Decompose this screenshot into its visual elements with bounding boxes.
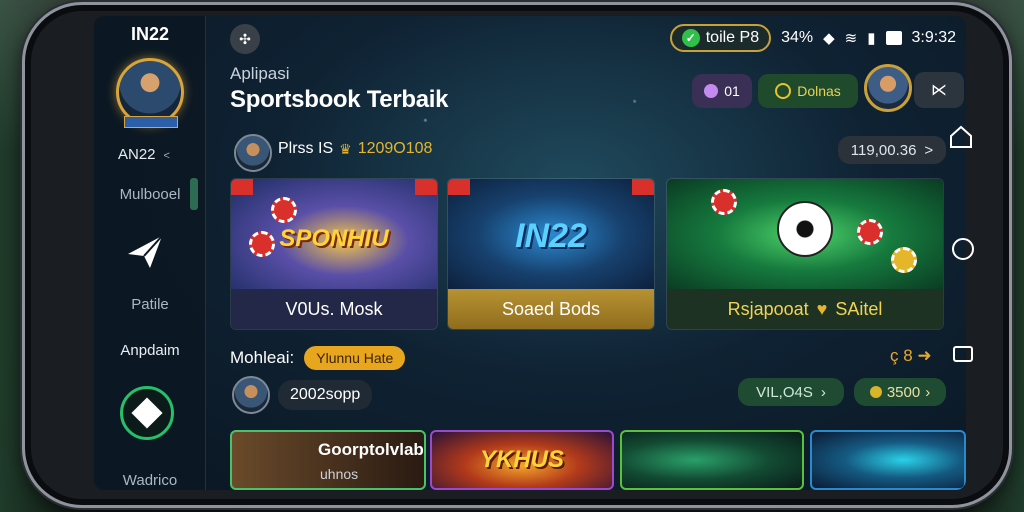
game-card-art: IN22	[448, 179, 654, 291]
circle-logo-icon[interactable]: ✣	[230, 24, 260, 54]
game-card-2[interactable]: IN22 Soaed Bods	[447, 178, 655, 330]
brand-name: IN22	[130, 24, 170, 44]
page-subtitle: Aplipasi	[230, 64, 290, 83]
ribbon-icon	[415, 179, 437, 195]
status-pill[interactable]: ✓ toile P8	[669, 24, 772, 52]
coin-counter[interactable]: Dolnas	[758, 74, 858, 108]
casino-chip-icon	[711, 189, 737, 215]
avatar-tag	[124, 116, 178, 128]
page-title: Sportsbook Terbaik	[230, 86, 449, 113]
hot-tag[interactable]: Ylunnu Hate	[304, 346, 406, 370]
home-nav-icon[interactable]	[948, 124, 974, 150]
crown-icon: ♛	[339, 140, 352, 157]
casino-chip-icon	[891, 247, 917, 273]
battery-percent: 34%	[781, 29, 814, 46]
send-arrow-icon[interactable]	[122, 228, 170, 276]
game-card-art-title: SPONHIU	[279, 225, 389, 252]
bottom-card-title: YKHUS	[479, 446, 564, 473]
coin-label: Dolnas	[797, 83, 841, 99]
gem-counter[interactable]: 01	[692, 74, 752, 108]
chevron-left-icon: <	[163, 150, 170, 162]
status-pill-text: toile P8	[705, 29, 760, 46]
soccer-ball-icon	[777, 201, 833, 257]
sidebar-item-4[interactable]: Wadrico	[94, 472, 206, 489]
bottom-game-card-3[interactable]	[620, 430, 804, 490]
profile-avatar[interactable]	[864, 64, 912, 112]
heart-icon: ♥	[816, 298, 828, 319]
battery-icon	[885, 31, 902, 45]
chevron-right-icon: ›	[820, 383, 826, 401]
game-card-label-text: Rsjapooat	[727, 298, 809, 319]
square-nav-icon[interactable]	[953, 346, 973, 362]
section-link[interactable]: ç 8 ➜	[890, 346, 932, 366]
section-label: Mohleai:	[230, 348, 295, 367]
gem-value: 01	[724, 83, 740, 99]
casino-chip-icon	[857, 219, 883, 245]
clock: 3:9:32	[911, 29, 956, 46]
section-header: Mohleai: Ylunnu Hate	[230, 346, 406, 370]
bottom-game-card-1[interactable]: Goorptolvlabil uhnos	[230, 430, 426, 490]
coin-pill-value: 3500	[886, 383, 921, 401]
chevron-right-icon: ›	[925, 383, 931, 401]
game-card-art: SPONHIU	[231, 179, 437, 291]
coin-icon	[869, 386, 882, 398]
balance-pill[interactable]: 119,00.36 >	[838, 136, 946, 164]
sidebar: IN22 AN22 < Mulbooel Patile Anpdaim Wadri…	[94, 16, 206, 490]
check-icon: ✓	[681, 29, 700, 47]
username-text: AN22	[118, 146, 156, 163]
casino-chip-icon	[271, 197, 297, 223]
vil-value: VIL,O4S	[756, 383, 813, 401]
code-row: 2002sopp	[232, 376, 373, 414]
diamond-icon	[131, 397, 163, 429]
ribbon-icon	[632, 179, 654, 195]
player-info: Plrss IS ♛ 1209O108	[278, 140, 432, 158]
arrow-right-icon: ➜	[917, 346, 932, 365]
wifi-icon: ◆	[823, 30, 835, 47]
player-name: Plrss IS	[278, 140, 334, 157]
game-card-label: V0Us. Mosk	[231, 289, 437, 329]
coin-pill[interactable]: 3500 ›	[854, 378, 946, 406]
bottom-card-subtitle: uhnos	[320, 466, 359, 482]
sidebar-action-icon[interactable]	[120, 386, 174, 440]
game-card-art	[667, 179, 943, 291]
share-button[interactable]: ⋉	[914, 72, 964, 108]
status-bar: ✓ toile P8 34% ◆ ≋ ▮ 3:9:32	[669, 22, 956, 54]
game-card-label-suffix: SAitel	[835, 298, 883, 319]
sidebar-item-2[interactable]: Patile	[94, 296, 206, 313]
game-card-label: Rsjapooat ♥ SAitel	[667, 289, 943, 329]
code-pill[interactable]: 2002sopp	[278, 380, 373, 410]
player-score: 1209O108	[357, 140, 433, 157]
sidebar-username[interactable]: AN22 <	[118, 146, 170, 163]
share-icon: ⋉	[931, 82, 947, 99]
gem-icon	[704, 84, 719, 98]
game-card-label: Soaed Bods	[448, 289, 654, 329]
bottom-game-card-4[interactable]	[810, 430, 966, 490]
ribbon-icon	[231, 179, 253, 195]
app-screen: IN22 AN22 < Mulbooel Patile Anpdaim Wadri…	[94, 16, 966, 490]
cell-signal-icon: ▮	[867, 30, 876, 47]
game-card-art-title: IN22	[515, 217, 587, 255]
player-avatar[interactable]	[234, 134, 272, 172]
vil-pill[interactable]: VIL,O4S ›	[738, 378, 844, 406]
sidebar-item-3[interactable]: Anpdaim	[94, 342, 206, 359]
bottom-game-card-2[interactable]: YKHUS	[430, 430, 614, 490]
coin-icon	[775, 83, 792, 99]
wifi-signal-icon: ≋	[844, 30, 858, 47]
section-link-text: ç 8	[890, 346, 913, 365]
circle-nav-icon[interactable]	[952, 238, 974, 260]
chevron-right-icon: >	[924, 141, 934, 159]
balance-value: 119,00.36	[850, 141, 917, 159]
ribbon-icon	[448, 179, 470, 195]
game-card-1[interactable]: SPONHIU V0Us. Mosk	[230, 178, 438, 330]
bottom-card-title: Goorptolvlabil	[318, 440, 426, 459]
sidebar-active-indicator	[190, 178, 198, 210]
game-card-3[interactable]: Rsjapooat ♥ SAitel	[666, 178, 944, 330]
code-row-avatar[interactable]	[232, 376, 270, 414]
